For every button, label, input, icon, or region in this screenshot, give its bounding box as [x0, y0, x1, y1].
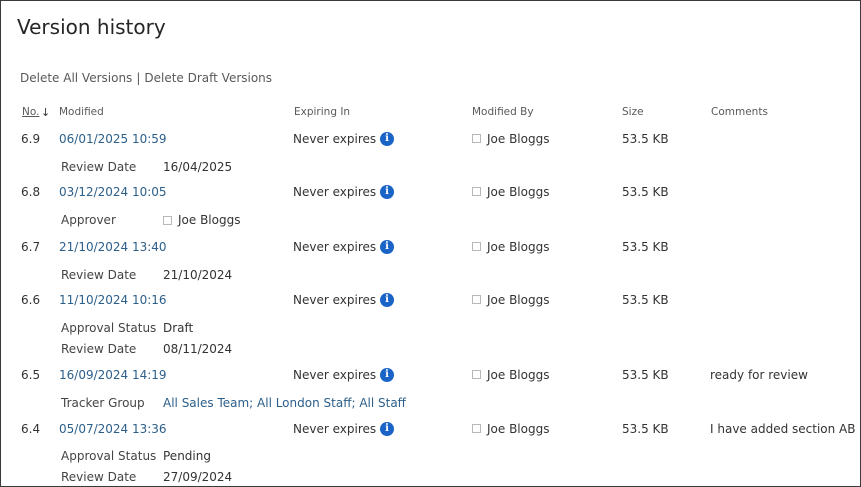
- version-comment: ready for review: [710, 368, 808, 382]
- version-meta-row: Tracker Group All Sales Team; All London…: [1, 396, 860, 414]
- meta-label: Review Date: [61, 268, 137, 282]
- column-header-comments: Comments: [711, 106, 768, 118]
- modified-by: Joe Bloggs: [487, 422, 550, 436]
- version-number: 6.7: [21, 240, 41, 254]
- file-size: 53.5 KB: [622, 293, 669, 307]
- info-icon[interactable]: i: [380, 422, 394, 436]
- modified-by: Joe Bloggs: [487, 132, 550, 146]
- version-row: 6.8 03/12/2024 10:05 Never expires i Joe…: [1, 185, 860, 205]
- file-size: 53.5 KB: [622, 185, 669, 199]
- action-separator: |: [136, 71, 141, 85]
- version-number: 6.9: [21, 132, 41, 146]
- modified-by: Joe Bloggs: [487, 240, 550, 254]
- user-presence-checkbox: [472, 187, 481, 196]
- version-meta-row: Review Date 21/10/2024: [1, 268, 860, 286]
- expiring-in: Never expires: [293, 185, 377, 199]
- version-modified-link[interactable]: 03/12/2024 10:05: [59, 185, 167, 199]
- version-meta-row: Review Date 08/11/2024: [1, 342, 860, 360]
- column-header-modified-by: Modified By: [472, 106, 534, 118]
- action-bar: Delete All Versions | Delete Draft Version…: [20, 71, 272, 85]
- page-title: Version history: [17, 15, 166, 39]
- version-row: 6.6 11/10/2024 10:16 Never expires i Joe…: [1, 293, 860, 313]
- table-header: No. ↓ Modified Expiring In Modified By S…: [1, 106, 860, 122]
- expiring-in: Never expires: [293, 422, 377, 436]
- user-presence-checkbox: [472, 295, 481, 304]
- version-meta-row: Review Date 16/04/2025: [1, 160, 860, 178]
- version-comment: I have added section AB: [710, 422, 856, 436]
- meta-value: 27/09/2024: [163, 470, 233, 484]
- meta-label: Review Date: [61, 160, 137, 174]
- user-presence-checkbox: [163, 216, 172, 225]
- tracker-group-link[interactable]: All Sales Team; All London Staff; All St…: [163, 396, 406, 410]
- meta-value: 08/11/2024: [163, 342, 233, 356]
- modified-by: Joe Bloggs: [487, 185, 550, 199]
- expiring-in: Never expires: [293, 132, 377, 146]
- version-history-panel: Version history Delete All Versions | Dele…: [0, 0, 861, 487]
- meta-value: Joe Bloggs: [178, 213, 241, 227]
- meta-value: Pending: [163, 449, 211, 463]
- column-header-no[interactable]: No.: [22, 106, 39, 118]
- version-row: 6.4 05/07/2024 13:36 Never expires i Joe…: [1, 422, 860, 442]
- meta-value: 16/04/2025: [163, 160, 233, 174]
- user-presence-checkbox: [472, 370, 481, 379]
- version-modified-link[interactable]: 11/10/2024 10:16: [59, 293, 167, 307]
- meta-value: 21/10/2024: [163, 268, 233, 282]
- info-icon[interactable]: i: [380, 293, 394, 307]
- version-modified-link[interactable]: 21/10/2024 13:40: [59, 240, 167, 254]
- info-icon[interactable]: i: [380, 132, 394, 146]
- expiring-in: Never expires: [293, 240, 377, 254]
- meta-label: Approver: [61, 213, 116, 227]
- info-icon[interactable]: i: [380, 240, 394, 254]
- column-header-size: Size: [622, 106, 644, 118]
- version-modified-link[interactable]: 05/07/2024 13:36: [59, 422, 167, 436]
- meta-label: Review Date: [61, 342, 137, 356]
- sort-descending-icon: ↓: [41, 106, 51, 119]
- expiring-in: Never expires: [293, 293, 377, 307]
- version-meta-row: Approver Joe Bloggs: [1, 213, 860, 231]
- meta-label: Approval Status: [61, 321, 157, 335]
- info-icon[interactable]: i: [380, 185, 394, 199]
- version-number: 6.8: [21, 185, 41, 199]
- file-size: 53.5 KB: [622, 368, 669, 382]
- file-size: 53.5 KB: [622, 132, 669, 146]
- version-number: 6.6: [21, 293, 41, 307]
- column-header-expiring-in: Expiring In: [294, 106, 351, 118]
- version-modified-link[interactable]: 16/09/2024 14:19: [59, 368, 167, 382]
- version-row: 6.7 21/10/2024 13:40 Never expires i Joe…: [1, 240, 860, 260]
- version-meta-row: Approval Status Draft: [1, 321, 860, 339]
- version-modified-link[interactable]: 06/01/2025 10:59: [59, 132, 167, 146]
- delete-all-versions-link[interactable]: Delete All Versions: [20, 71, 132, 85]
- file-size: 53.5 KB: [622, 240, 669, 254]
- column-header-modified: Modified: [59, 106, 104, 118]
- modified-by: Joe Bloggs: [487, 293, 550, 307]
- user-presence-checkbox: [472, 242, 481, 251]
- version-meta-row: Approval Status Pending: [1, 449, 860, 467]
- version-meta-row: Review Date 27/09/2024: [1, 470, 860, 486]
- version-number: 6.5: [21, 368, 41, 382]
- version-row: 6.9 06/01/2025 10:59 Never expires i Joe…: [1, 132, 860, 152]
- meta-label: Review Date: [61, 470, 137, 484]
- user-presence-checkbox: [472, 424, 481, 433]
- modified-by: Joe Bloggs: [487, 368, 550, 382]
- delete-draft-versions-link[interactable]: Delete Draft Versions: [144, 71, 272, 85]
- file-size: 53.5 KB: [622, 422, 669, 436]
- version-row: 6.5 16/09/2024 14:19 Never expires i Joe…: [1, 368, 860, 388]
- meta-value: Draft: [163, 321, 194, 335]
- user-presence-checkbox: [472, 134, 481, 143]
- meta-label: Tracker Group: [61, 396, 145, 410]
- meta-label: Approval Status: [61, 449, 157, 463]
- version-number: 6.4: [21, 422, 41, 436]
- info-icon[interactable]: i: [380, 368, 394, 382]
- expiring-in: Never expires: [293, 368, 377, 382]
